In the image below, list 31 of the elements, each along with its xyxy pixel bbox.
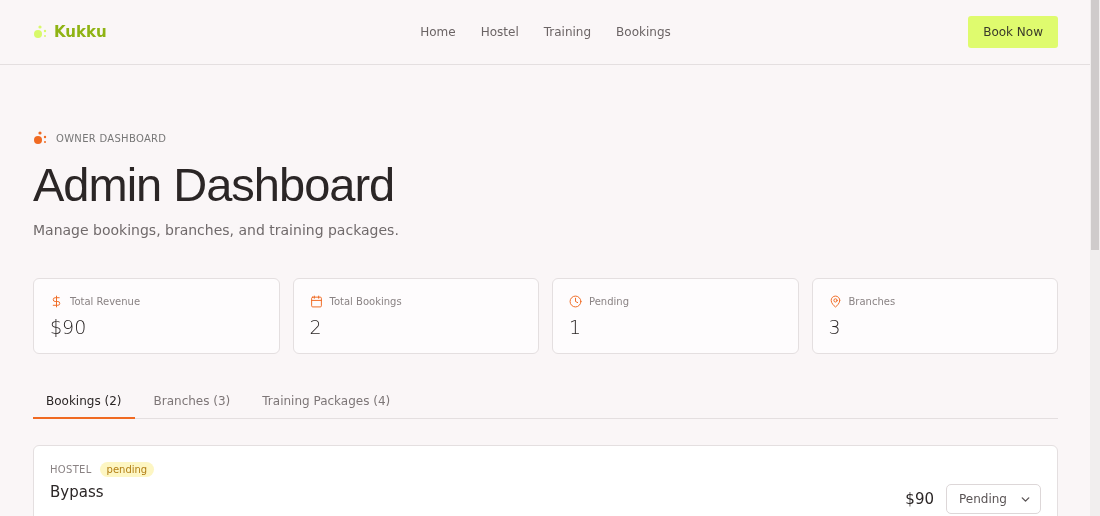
stat-label: Branches [848,296,896,307]
logo-icon [33,131,48,145]
tab[interactable]: Branches (3) [140,394,244,419]
page-title: Admin Dashboard [33,157,396,212]
stat-label: Total Bookings [329,296,402,307]
category-label: HOSTEL [50,464,92,475]
stat-label: Pending [589,296,629,307]
stat-value: 2 [309,316,322,338]
page-subtitle: Manage bookings, branches, and training packages. [33,222,400,238]
book-now-button[interactable]: Book Now [968,16,1058,48]
booking-name: Bypass [50,483,104,501]
logo-icon [33,25,48,39]
calendar-icon [309,295,323,308]
status-badge: pending [99,462,155,477]
scrollbar[interactable] [1090,0,1100,516]
nav-link[interactable]: Hostel [480,25,519,39]
tab[interactable]: Training Packages (4) [249,394,404,419]
dollar-icon [50,295,63,308]
clock-icon [569,295,582,308]
status-select[interactable]: Pending [946,484,1041,514]
booking-price: $90 [905,490,934,508]
stat-value: 1 [569,316,582,338]
stat-value: $90 [50,316,87,338]
nav-link[interactable]: Bookings [616,25,671,39]
stat-label: Total Revenue [70,296,141,307]
eyebrow-label: OWNER DASHBOARD [56,132,167,144]
stat-value: 3 [828,316,841,338]
tab[interactable]: Bookings (2) [33,394,135,419]
map-pin-icon [828,295,842,308]
nav-link[interactable]: Training [543,25,592,39]
nav-link[interactable]: Home [420,25,456,39]
